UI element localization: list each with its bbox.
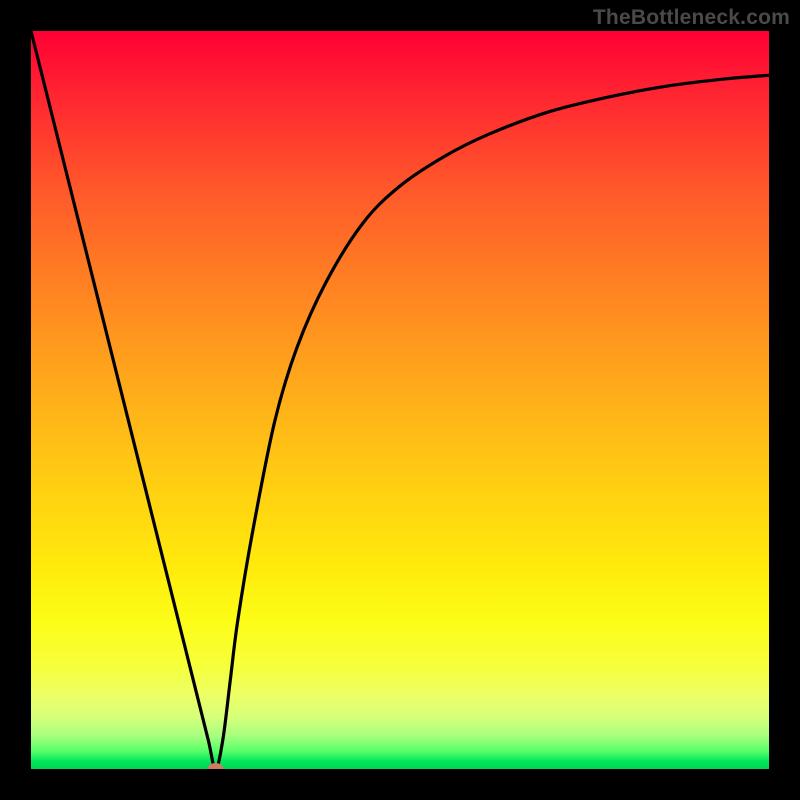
plot-area: [31, 31, 769, 769]
minimum-marker: [208, 763, 224, 769]
chart-frame: TheBottleneck.com: [0, 0, 800, 800]
curve-svg: [31, 31, 769, 769]
bottleneck-curve: [31, 31, 769, 769]
watermark-text: TheBottleneck.com: [593, 6, 790, 30]
